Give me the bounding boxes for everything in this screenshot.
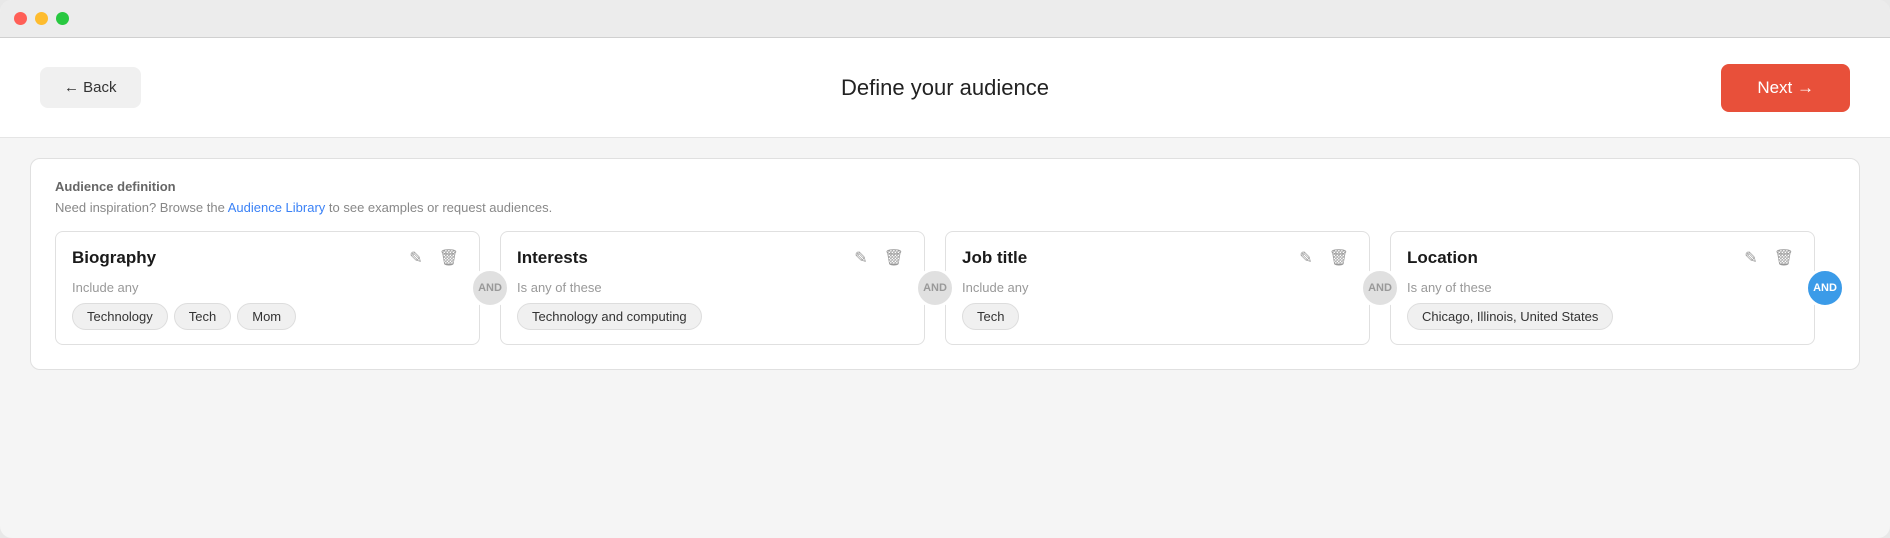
interests-filter: Interests ✎ 🗑 Is any of these Technology… <box>500 231 925 345</box>
and-badge-3: AND <box>1360 268 1400 308</box>
tag-technology: Technology <box>72 303 168 330</box>
audience-definition-card: Audience definition Need inspiration? Br… <box>30 158 1860 370</box>
tag-tech: Tech <box>174 303 231 330</box>
subtitle-suffix: to see examples or request audiences. <box>325 200 552 215</box>
and-badge-1: AND <box>470 268 510 308</box>
tag-tech-computing: Technology and computing <box>517 303 702 330</box>
interests-delete-button[interactable]: 🗑 <box>880 246 908 270</box>
page-title: Define your audience <box>841 75 1049 101</box>
app-window: ← Back Define your audience Next → Audie… <box>0 0 1890 538</box>
content-area: Audience definition Need inspiration? Br… <box>0 138 1890 390</box>
interests-edit-button[interactable]: ✎ <box>850 246 871 270</box>
subtitle-prefix: Need inspiration? Browse the <box>55 200 228 215</box>
filters-row: Biography ✎ 🗑 Include any Technology Tec… <box>55 231 1835 345</box>
and-connector-4[interactable]: AND <box>1801 231 1849 345</box>
biography-tags: Technology Tech Mom <box>72 303 463 330</box>
tag-tech-job: Tech <box>962 303 1019 330</box>
location-filter: Location ✎ 🗑 Is any of these Chicago, Il… <box>1390 231 1815 345</box>
and-connector-1: AND <box>466 231 514 345</box>
location-filter-header: Location ✎ 🗑 <box>1407 246 1798 270</box>
back-button[interactable]: ← Back <box>40 67 141 108</box>
and-badge-2: AND <box>915 268 955 308</box>
job-title-filter-header: Job title ✎ 🗑 <box>962 246 1353 270</box>
location-condition: Is any of these <box>1407 280 1798 295</box>
and-badge-4[interactable]: AND <box>1805 268 1845 308</box>
header: ← Back Define your audience Next → <box>0 38 1890 138</box>
interests-tags: Technology and computing <box>517 303 908 330</box>
job-title-filter-actions: ✎ 🗑 <box>1295 246 1353 270</box>
location-tags: Chicago, Illinois, United States <box>1407 303 1798 330</box>
tag-mom: Mom <box>237 303 296 330</box>
audience-library-link[interactable]: Audience Library <box>228 200 326 215</box>
biography-filter-title: Biography <box>72 248 156 268</box>
title-bar <box>0 0 1890 38</box>
job-title-filter: Job title ✎ 🗑 Include any Tech <box>945 231 1370 345</box>
location-delete-button[interactable]: 🗑 <box>1770 246 1798 270</box>
job-title-condition: Include any <box>962 280 1353 295</box>
next-button[interactable]: Next → <box>1721 64 1850 112</box>
tag-chicago: Chicago, Illinois, United States <box>1407 303 1613 330</box>
biography-edit-button[interactable]: ✎ <box>405 246 426 270</box>
interests-filter-actions: ✎ 🗑 <box>850 246 908 270</box>
interests-filter-header: Interests ✎ 🗑 <box>517 246 908 270</box>
audience-subtitle: Need inspiration? Browse the Audience Li… <box>55 200 1835 215</box>
job-title-tags: Tech <box>962 303 1353 330</box>
job-title-edit-button[interactable]: ✎ <box>1295 246 1316 270</box>
biography-condition: Include any <box>72 280 463 295</box>
location-filter-actions: ✎ 🗑 <box>1740 246 1798 270</box>
and-connector-3: AND <box>1356 231 1404 345</box>
minimize-button[interactable] <box>35 12 48 25</box>
biography-filter: Biography ✎ 🗑 Include any Technology Tec… <box>55 231 480 345</box>
biography-filter-header: Biography ✎ 🗑 <box>72 246 463 270</box>
interests-filter-title: Interests <box>517 248 588 268</box>
interests-condition: Is any of these <box>517 280 908 295</box>
and-connector-2: AND <box>911 231 959 345</box>
maximize-button[interactable] <box>56 12 69 25</box>
biography-filter-actions: ✎ 🗑 <box>405 246 463 270</box>
job-title-delete-button[interactable]: 🗑 <box>1325 246 1353 270</box>
close-button[interactable] <box>14 12 27 25</box>
job-title-filter-title: Job title <box>962 248 1027 268</box>
biography-delete-button[interactable]: 🗑 <box>435 246 463 270</box>
location-filter-title: Location <box>1407 248 1478 268</box>
location-edit-button[interactable]: ✎ <box>1740 246 1761 270</box>
audience-definition-label: Audience definition <box>55 179 1835 194</box>
